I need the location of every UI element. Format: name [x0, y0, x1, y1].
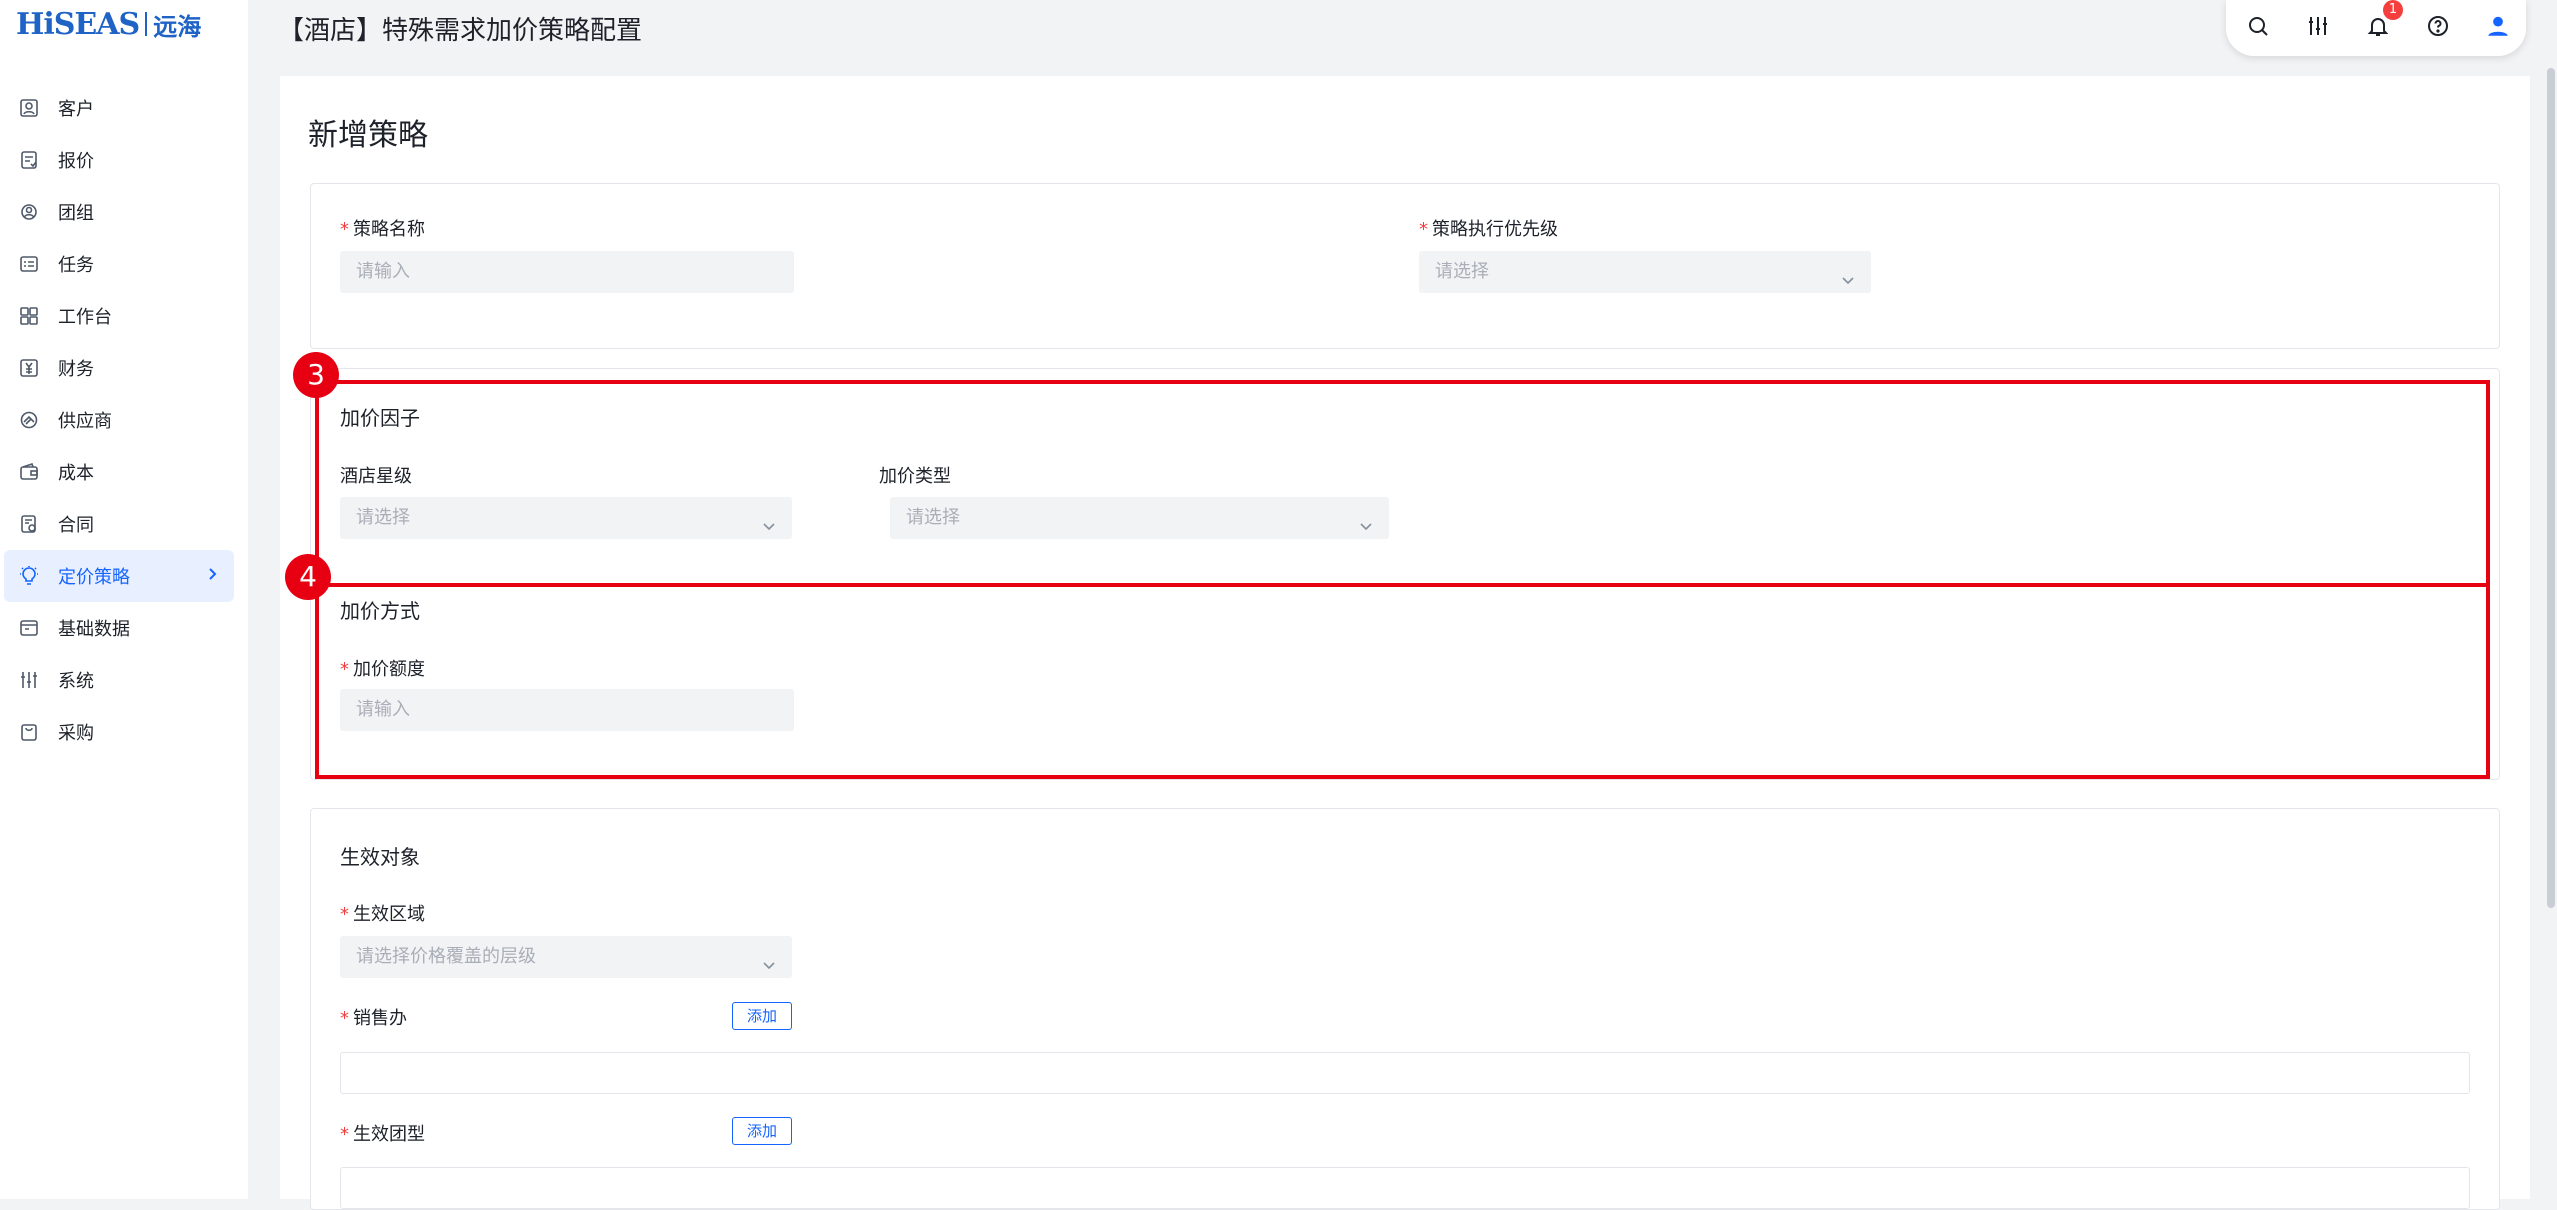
shopping-bag-icon — [18, 721, 40, 743]
sliders-button[interactable] — [2299, 9, 2337, 47]
logo-text: HiSEAS — [16, 6, 140, 42]
sales-office-label: * 销售办 — [340, 1008, 407, 1029]
strategy-name-input[interactable]: 请输入 — [340, 251, 794, 293]
page-title: 【酒店】特殊需求加价策略配置 — [278, 16, 643, 46]
sidebar-item-label: 报价 — [58, 151, 94, 172]
annotation-box-4 — [315, 583, 2490, 779]
contract-icon — [18, 513, 40, 535]
logo-cn-text: 远海 — [153, 11, 202, 41]
annotation-marker-3: 3 — [293, 352, 339, 398]
sidebar-item-label: 供应商 — [58, 411, 112, 432]
annotation-marker-4: 4 — [285, 554, 331, 600]
add-group-type-button[interactable]: 添加 — [732, 1117, 792, 1145]
group-type-list[interactable] — [340, 1167, 2470, 1209]
chevron-down-icon — [760, 948, 778, 970]
sidebar-item-label: 任务 — [58, 255, 94, 276]
finance-icon — [18, 357, 40, 379]
sidebar-item-label: 基础数据 — [58, 619, 130, 640]
sidebar-item-task[interactable]: 任务 — [4, 238, 234, 290]
header-toolbar — [2226, 0, 2526, 56]
annotation-box-3 — [315, 380, 2490, 587]
settings-sliders-icon — [18, 669, 40, 691]
sidebar-item-label: 财务 — [58, 359, 94, 380]
target-section — [310, 808, 2500, 1210]
sidebar-item-quote[interactable]: 报价 — [4, 134, 234, 186]
dashboard-icon — [18, 305, 40, 327]
sidebar-item-purchase[interactable]: 采购 — [4, 706, 234, 758]
sidebar-item-label: 工作台 — [58, 307, 112, 328]
sidebar: HiSEAS 远海 客户 报价 团组 任务 工作台 财务 供应商 成本 合同 定… — [0, 0, 248, 1199]
target-section-title: 生效对象 — [340, 845, 420, 869]
sidebar-item-label: 成本 — [58, 463, 94, 484]
search-button[interactable] — [2239, 9, 2277, 47]
sidebar-item-pricing-strategy[interactable]: 定价策略 — [4, 550, 234, 602]
wallet-icon — [18, 461, 40, 483]
sidebar-item-label: 系统 — [58, 671, 94, 692]
form-title: 新增策略 — [308, 118, 428, 153]
brand-logo[interactable]: HiSEAS 远海 — [16, 2, 201, 46]
sidebar-item-customer[interactable]: 客户 — [4, 82, 234, 134]
folder-icon — [18, 617, 40, 639]
sidebar-item-group[interactable]: 团组 — [4, 186, 234, 238]
search-icon — [2246, 14, 2270, 42]
sidebar-item-finance[interactable]: 财务 — [4, 342, 234, 394]
chevron-down-icon — [1839, 263, 1857, 285]
group-icon — [18, 201, 40, 223]
help-button[interactable] — [2419, 9, 2457, 47]
sidebar-item-dashboard[interactable]: 工作台 — [4, 290, 234, 342]
sidebar-item-base-data[interactable]: 基础数据 — [4, 602, 234, 654]
sidebar-item-label: 采购 — [58, 723, 94, 744]
logo-divider — [145, 12, 148, 36]
help-icon — [2426, 14, 2450, 42]
group-type-label: * 生效团型 — [340, 1124, 425, 1145]
quote-icon — [18, 149, 40, 171]
sidebar-item-label: 客户 — [58, 99, 94, 120]
user-icon — [2485, 13, 2511, 43]
sidebar-item-contract[interactable]: 合同 — [4, 498, 234, 550]
customer-icon — [18, 97, 40, 119]
supplier-icon — [18, 409, 40, 431]
user-avatar-button[interactable] — [2479, 9, 2517, 47]
sidebar-item-supplier[interactable]: 供应商 — [4, 394, 234, 446]
sidebar-item-label: 定价策略 — [58, 567, 130, 588]
sidebar-item-label: 合同 — [58, 515, 94, 536]
add-sales-office-button[interactable]: 添加 — [732, 1002, 792, 1030]
bulb-icon — [18, 565, 40, 587]
sales-office-list[interactable] — [340, 1052, 2470, 1094]
notification-badge: 1 — [2383, 0, 2403, 20]
sidebar-item-label: 团组 — [58, 203, 94, 224]
region-select[interactable]: 请选择价格覆盖的层级 — [340, 936, 792, 978]
scrollbar-thumb[interactable] — [2547, 68, 2555, 908]
task-icon — [18, 253, 40, 275]
strategy-name-label: * 策略名称 — [340, 219, 425, 240]
chevron-right-icon — [202, 564, 222, 584]
priority-select[interactable]: 请选择 — [1419, 251, 1871, 293]
sidebar-item-cost[interactable]: 成本 — [4, 446, 234, 498]
sliders-icon — [2306, 14, 2330, 42]
priority-label: * 策略执行优先级 — [1419, 219, 1558, 240]
region-label: * 生效区域 — [340, 904, 425, 925]
sidebar-item-system[interactable]: 系统 — [4, 654, 234, 706]
